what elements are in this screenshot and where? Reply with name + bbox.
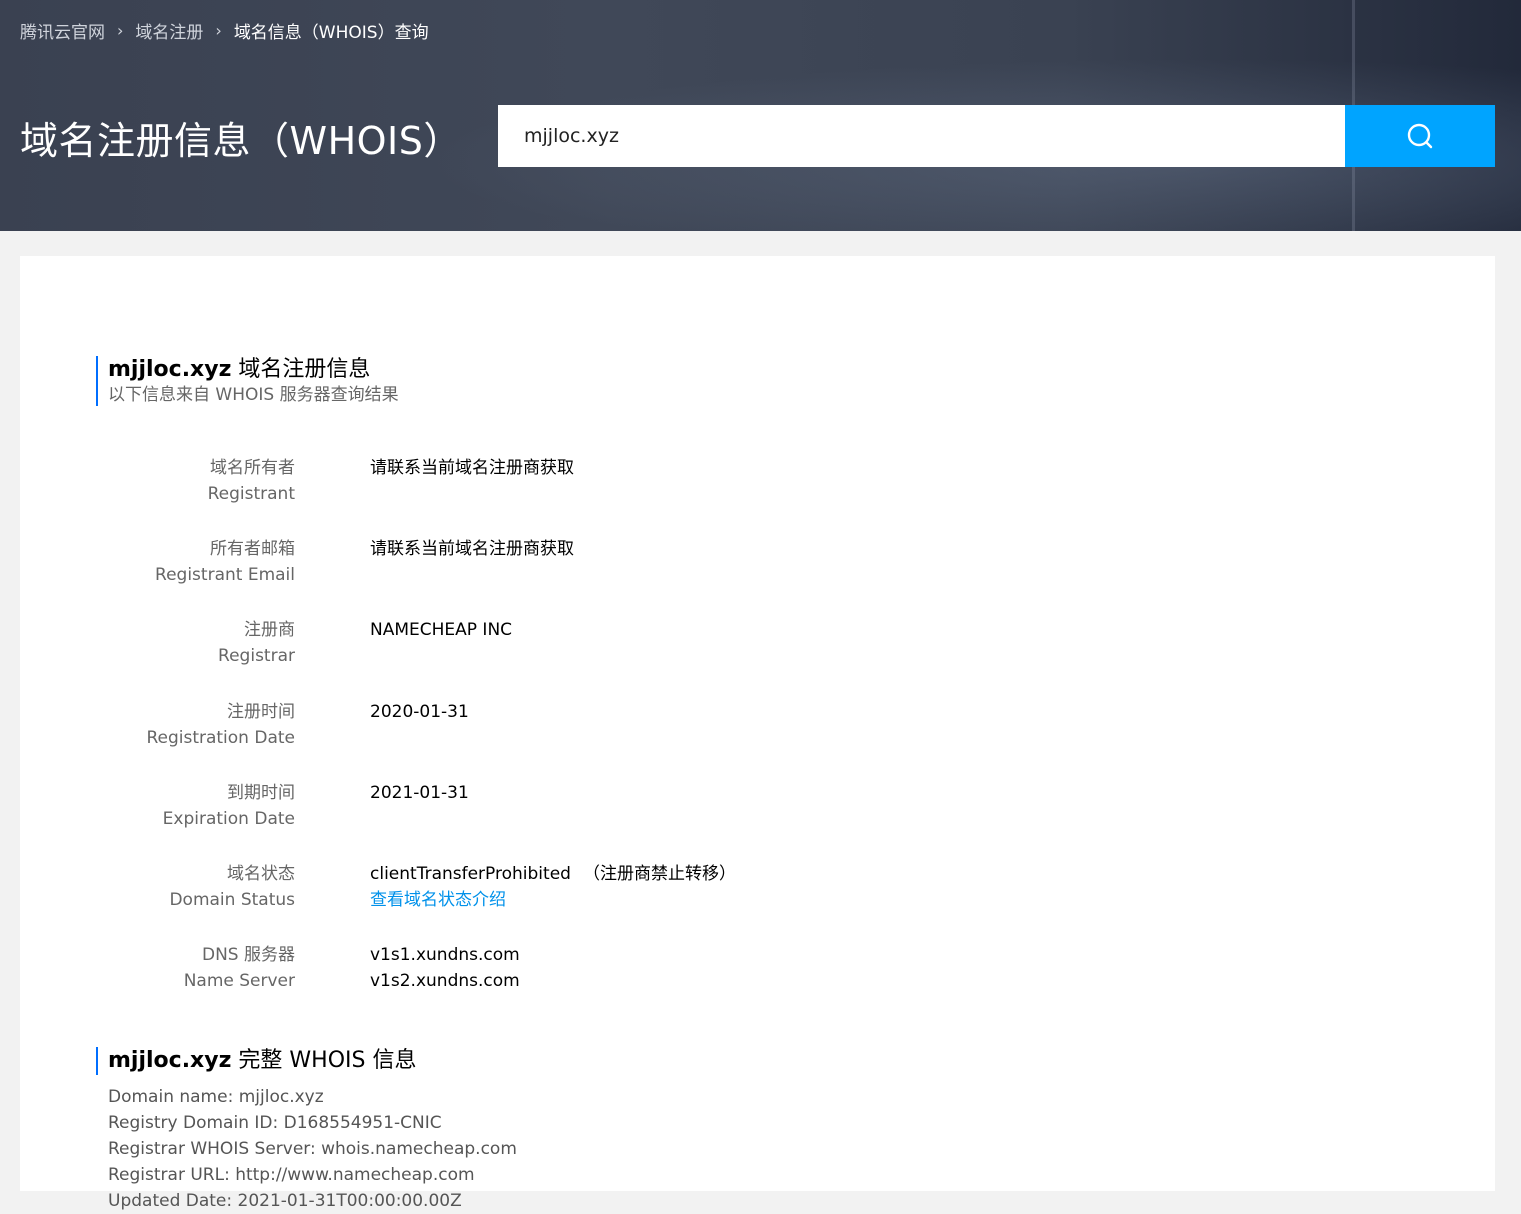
info-value: NAMECHEAP INC <box>370 620 513 640</box>
summary-section-header: mjjloc.xyz 域名注册信息 以下信息来自 WHOIS 服务器查询结果 <box>96 356 399 406</box>
label-cn: 域名所有者 <box>210 458 295 478</box>
label-en: Registrant <box>207 484 295 504</box>
breadcrumb-link-home[interactable]: 腾讯云官网 <box>20 18 105 43</box>
summary-subtitle: 以下信息来自 WHOIS 服务器查询结果 <box>108 385 399 405</box>
domain-status-value: clientTransferProhibited <box>370 864 571 884</box>
full-whois-title: mjjloc.xyz 完整 WHOIS 信息 <box>108 1047 416 1075</box>
search-button[interactable] <box>1345 105 1495 167</box>
label-cn: 到期时间 <box>227 783 295 803</box>
chevron-right-icon: › <box>117 20 124 40</box>
domain-status-line: clientTransferProhibited （注册商禁止转移） <box>370 861 736 887</box>
label-cn: 域名状态 <box>227 864 295 884</box>
label-en: Registrant Email <box>155 565 295 585</box>
breadcrumb: 腾讯云官网 › 域名注册 › 域名信息（WHOIS）查询 <box>20 17 429 43</box>
domain-status-note: （注册商禁止转移） <box>582 864 736 884</box>
label-en: Registration Date <box>146 728 295 748</box>
whois-line: Registrar URL: http://www.namecheap.com <box>108 1165 475 1185</box>
info-value: 2020-01-31 <box>370 702 469 722</box>
whois-line: Domain name: mjjloc.xyz <box>108 1087 324 1107</box>
whois-line: Registry Domain ID: D168554951-CNIC <box>108 1113 442 1133</box>
full-whois-section-header: mjjloc.xyz 完整 WHOIS 信息 <box>96 1047 416 1075</box>
chevron-right-icon: › <box>215 20 222 40</box>
label-en: Name Server <box>183 971 295 991</box>
page-title: 域名注册信息（WHOIS） <box>20 119 462 163</box>
label-cn: DNS 服务器 <box>201 945 295 965</box>
full-whois-text: Domain name: mjjloc.xyz Registry Domain … <box>108 1084 517 1214</box>
name-server-value: v1s1.xundns.com <box>370 945 520 965</box>
domain-status-help-link[interactable]: 查看域名状态介绍 <box>370 890 506 910</box>
name-server-value: v1s2.xundns.com <box>370 971 520 991</box>
info-value: 请联系当前域名注册商获取 <box>370 539 574 559</box>
label-en: Domain Status <box>169 890 295 910</box>
label-en: Registrar <box>218 646 295 666</box>
whois-result-card: mjjloc.xyz 域名注册信息 以下信息来自 WHOIS 服务器查询结果 域… <box>20 256 1495 1211</box>
hero-banner: 腾讯云官网 › 域名注册 › 域名信息（WHOIS）查询 域名注册信息（WHOI… <box>0 0 1521 231</box>
whois-line: Updated Date: 2021-01-31T00:00:00.00Z <box>108 1191 462 1211</box>
summary-title: mjjloc.xyz 域名注册信息 <box>108 356 399 384</box>
search-icon <box>1407 123 1433 149</box>
full-whois-title-suffix: 完整 WHOIS 信息 <box>238 1048 417 1073</box>
label-en: Expiration Date <box>162 809 295 829</box>
label-cn: 注册时间 <box>227 702 295 722</box>
summary-title-suffix: 域名注册信息 <box>238 357 371 382</box>
info-value: 请联系当前域名注册商获取 <box>370 458 574 478</box>
label-cn: 注册商 <box>244 620 295 640</box>
info-value: 2021-01-31 <box>370 783 469 803</box>
breadcrumb-link-domain-registration[interactable]: 域名注册 <box>135 18 203 43</box>
breadcrumb-current: 域名信息（WHOIS）查询 <box>233 22 429 43</box>
whois-line: Registrar WHOIS Server: whois.namecheap.… <box>108 1139 517 1159</box>
label-cn: 所有者邮箱 <box>210 539 295 559</box>
search-input[interactable] <box>498 105 1345 167</box>
full-whois-domain: mjjloc.xyz <box>108 1048 232 1073</box>
search-field-container <box>498 105 1345 167</box>
summary-domain: mjjloc.xyz <box>108 357 232 382</box>
